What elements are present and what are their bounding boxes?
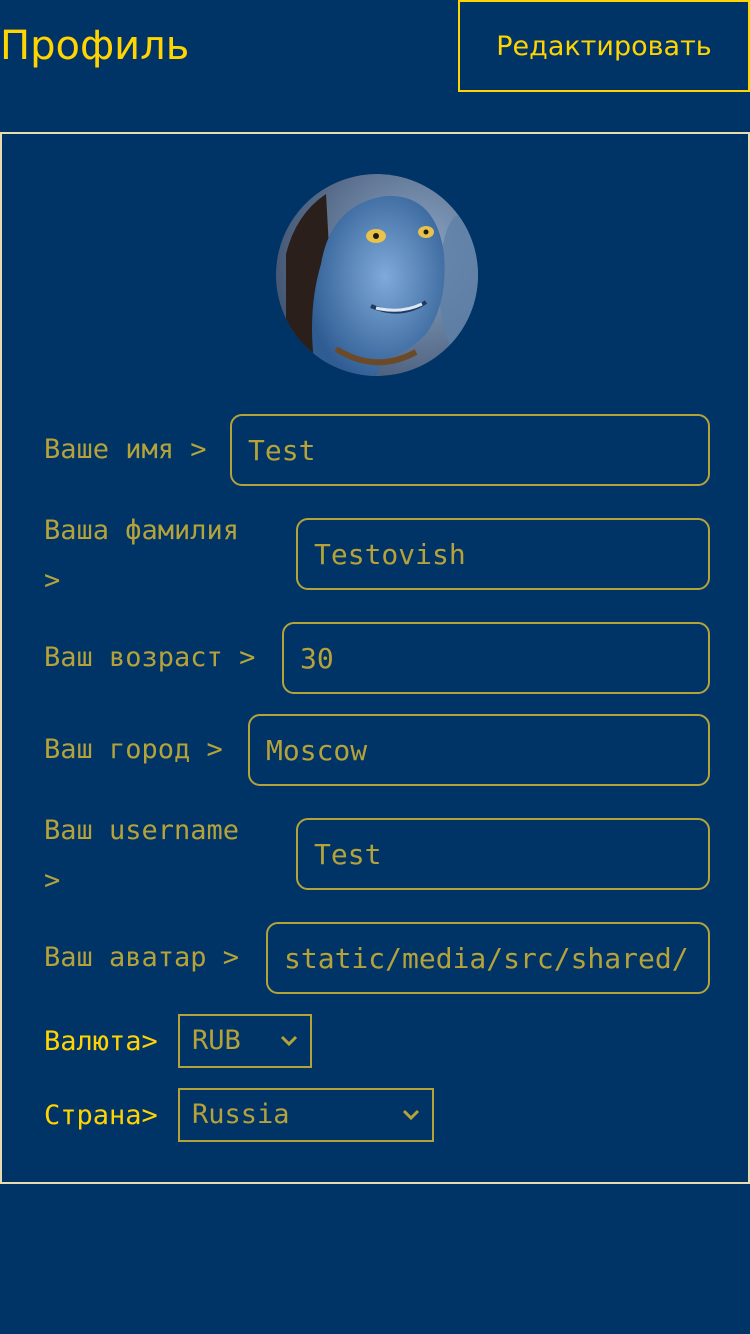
chevron-down-icon <box>280 1035 298 1047</box>
avatar-url-label: Ваш аватар > <box>44 942 240 973</box>
first-name-input[interactable] <box>230 414 710 486</box>
last-name-label: Ваша фамилия > <box>44 515 240 596</box>
profile-page: Профиль Редактировать Ваше имя > Test Ва… <box>0 0 750 1334</box>
currency-label: Валюта> <box>44 1026 158 1057</box>
avatar-url-input[interactable] <box>266 922 710 994</box>
currency-selected-value: RUB <box>192 1025 241 1056</box>
age-input[interactable] <box>282 622 710 694</box>
country-select[interactable]: Russia <box>178 1088 434 1142</box>
city-input[interactable] <box>248 714 710 786</box>
city-label: Ваш город > <box>44 734 223 765</box>
edit-button[interactable]: Редактировать <box>458 0 750 92</box>
last-name-input[interactable] <box>296 518 710 590</box>
username-label: Ваш username > <box>44 815 240 896</box>
currency-select[interactable]: RUB <box>178 1014 312 1068</box>
avatar-photo-icon <box>276 174 478 376</box>
page-title: Профиль <box>0 23 190 69</box>
avatar <box>276 174 478 376</box>
first-name-label: Ваше имя > <box>44 434 207 465</box>
username-input[interactable] <box>296 818 710 890</box>
profile-card: Ваше имя > Ваша фамилия > Ваш возраст > … <box>0 132 750 1184</box>
age-label: Ваш возраст > <box>44 642 256 673</box>
chevron-down-icon <box>402 1109 420 1121</box>
country-selected-value: Russia <box>192 1099 290 1130</box>
page-header: Профиль Редактировать <box>0 0 750 92</box>
country-label: Страна> <box>44 1100 158 1131</box>
